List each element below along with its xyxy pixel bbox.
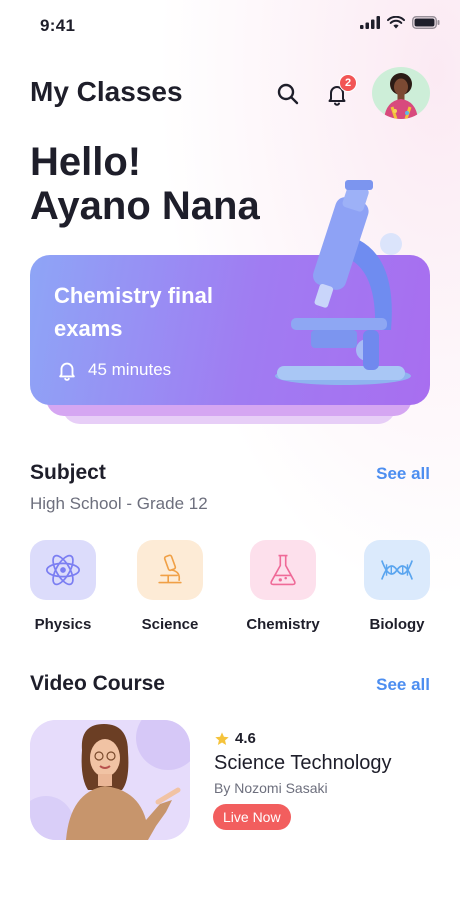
microscope-icon	[158, 554, 182, 584]
greeting: Hello! Ayano Nana	[30, 140, 260, 228]
avatar-image	[372, 67, 430, 119]
dna-icon	[380, 560, 414, 580]
bell-icon	[59, 362, 75, 381]
instructor-photo	[30, 720, 190, 840]
subject-label: Biology	[369, 616, 425, 633]
signal-icon	[360, 16, 380, 29]
subject-section-title: Subject	[30, 461, 106, 484]
subject-tile	[250, 540, 316, 600]
video-see-all-link[interactable]: See all	[376, 675, 430, 695]
subject-biology[interactable]: Biology	[347, 540, 447, 633]
star-icon	[215, 731, 229, 745]
wifi-icon	[387, 16, 405, 29]
course-title[interactable]: Science Technology	[214, 752, 392, 775]
subject-label: Science	[141, 616, 199, 633]
subject-see-all-link[interactable]: See all	[376, 464, 430, 484]
course-thumbnail[interactable]	[30, 720, 190, 840]
subject-physics[interactable]: Physics	[13, 540, 113, 633]
subject-science[interactable]: Science	[120, 540, 220, 633]
microscope-illustration	[275, 180, 411, 385]
search-icon	[277, 83, 299, 105]
subject-grade-label: High School - Grade 12	[30, 494, 208, 513]
status-time: 9:41	[40, 16, 76, 35]
flask-icon	[270, 554, 296, 586]
live-now-badge[interactable]: Live Now	[213, 804, 291, 830]
greeting-user-name: Ayano Nana	[30, 184, 260, 228]
avatar[interactable]	[372, 67, 430, 119]
course-rating: 4.6	[214, 730, 256, 747]
course-author: By Nozomi Sasaki	[214, 780, 328, 796]
battery-icon	[412, 16, 440, 29]
video-section-title: Video Course	[30, 672, 165, 695]
subject-tile	[137, 540, 203, 600]
app-screen: 9:41 My Classes 2 Hello! Ayano Nana Chem…	[0, 0, 460, 900]
status-bar: 9:41	[0, 0, 460, 50]
exam-duration: 45 minutes	[88, 360, 172, 379]
exam-duration-row: 45 minutes	[56, 359, 171, 381]
search-button[interactable]	[273, 79, 303, 109]
page-title: My Classes	[30, 76, 183, 107]
rating-value: 4.6	[235, 730, 256, 747]
subject-label: Physics	[34, 616, 92, 633]
subject-tile	[364, 540, 430, 600]
status-icons	[360, 16, 440, 29]
notification-badge: 2	[339, 74, 357, 92]
greeting-line-1: Hello!	[30, 140, 142, 184]
subject-label: Chemistry	[246, 616, 320, 633]
subject-tile	[30, 540, 96, 600]
exam-title: Chemistry final exams	[54, 283, 213, 341]
subject-chemistry[interactable]: Chemistry	[233, 540, 333, 633]
atom-icon	[45, 554, 81, 586]
